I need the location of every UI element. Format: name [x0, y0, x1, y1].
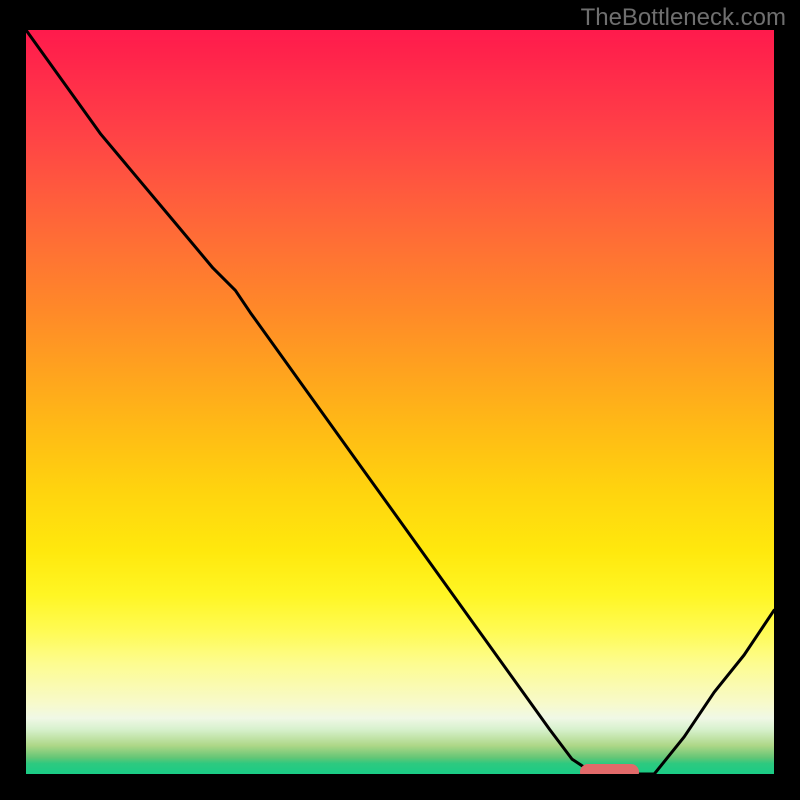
curve-path — [26, 30, 774, 774]
curve-svg — [26, 30, 774, 774]
minimum-marker — [580, 764, 640, 774]
watermark-text: TheBottleneck.com — [581, 4, 786, 32]
chart-frame: TheBottleneck.com — [0, 0, 800, 800]
plot-area — [26, 30, 774, 774]
